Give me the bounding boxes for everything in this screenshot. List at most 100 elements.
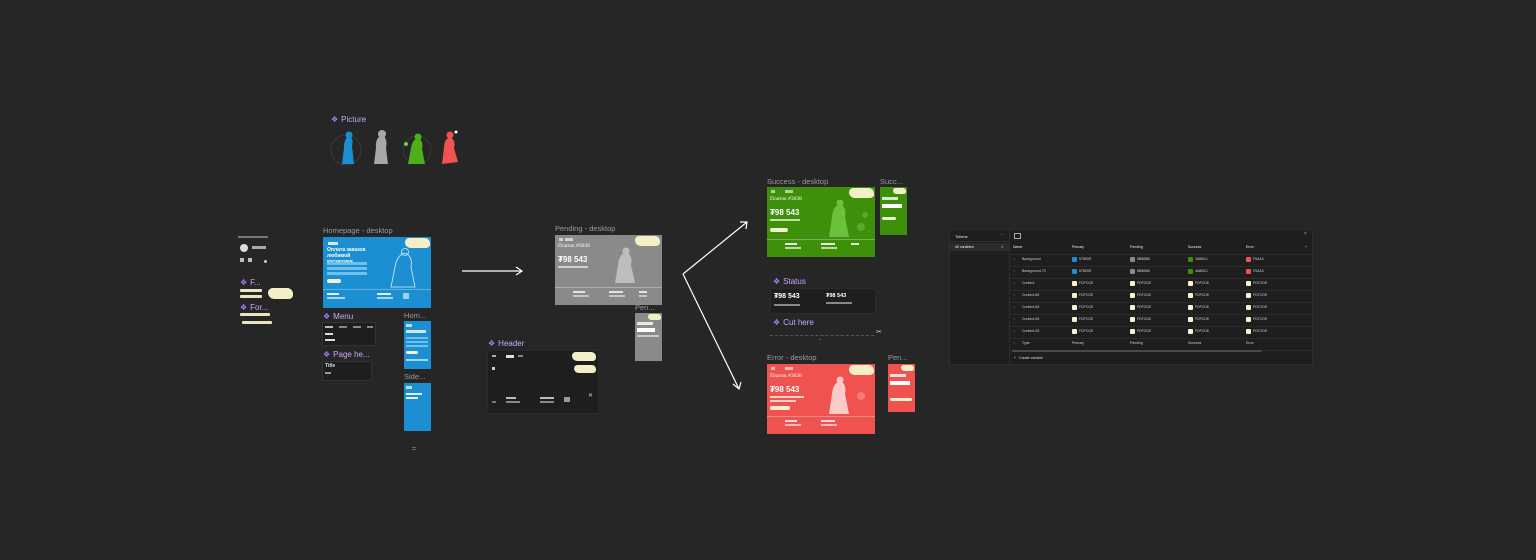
color-swatch[interactable]	[1246, 269, 1251, 274]
component-label-for[interactable]: ❖ For...	[240, 303, 268, 312]
variable-value[interactable]: 8B8B8B	[1137, 257, 1150, 261]
sidebar-toggle-icon[interactable]	[1014, 233, 1021, 239]
color-swatch[interactable]	[1072, 305, 1077, 310]
variable-value[interactable]: 578E0E	[1079, 269, 1091, 273]
color-swatch[interactable]	[1130, 317, 1135, 322]
status-component[interactable]: ₮98 543 ₮98 543	[770, 288, 876, 314]
color-swatch[interactable]	[1130, 281, 1135, 286]
component-for[interactable]	[240, 313, 274, 327]
add-column-icon[interactable]: +	[1305, 245, 1307, 249]
variable-value[interactable]: FDFCDE	[1137, 305, 1151, 309]
more-icon[interactable]: ···	[1000, 232, 1005, 238]
variable-value[interactable]: FDFCDE	[1079, 293, 1093, 297]
frame-label-home-small[interactable]: Hom...	[404, 311, 426, 320]
color-swatch[interactable]	[1130, 305, 1135, 310]
success-mobile-frame[interactable]	[880, 187, 907, 235]
component-label-picture[interactable]: ❖ Picture	[331, 115, 366, 124]
variable-value[interactable]: Error	[1246, 341, 1254, 345]
variable-value[interactable]: FDFCDE	[1137, 281, 1151, 285]
color-swatch[interactable]	[1246, 293, 1251, 298]
color-swatch[interactable]	[1246, 257, 1251, 262]
pending-mobile-frame[interactable]	[635, 313, 662, 361]
variable-value[interactable]: 8B8B8B	[1137, 269, 1150, 273]
color-swatch[interactable]	[1188, 269, 1193, 274]
variable-value[interactable]: F5A2A	[1253, 257, 1264, 261]
variable-value[interactable]: FDFCDE	[1253, 305, 1267, 309]
variable-value[interactable]: FDFCDE	[1195, 293, 1209, 297]
page-header-component[interactable]: Title	[322, 361, 372, 381]
color-swatch[interactable]	[1188, 317, 1193, 322]
variable-value[interactable]: FDFCDE	[1195, 305, 1209, 309]
close-icon[interactable]: ×	[1304, 231, 1307, 237]
variable-value[interactable]: FDFCDE	[1137, 329, 1151, 333]
variable-value[interactable]: FDFCDE	[1079, 329, 1093, 333]
component-label-menu[interactable]: ❖ Menu	[323, 312, 353, 321]
variable-value[interactable]: FDFCDE	[1079, 317, 1093, 321]
header-component[interactable]: ✕	[487, 350, 599, 414]
success-desktop-frame[interactable]: Платок #3038 ₮98 543	[767, 187, 875, 257]
frame-label-pending-small[interactable]: Pen...	[635, 303, 655, 312]
color-swatch[interactable]	[1188, 329, 1193, 334]
homepage-pay-button[interactable]	[327, 279, 341, 283]
variable-value[interactable]: FDFCDE	[1195, 317, 1209, 321]
tokens-variables-panel[interactable]: Tokens ··· All variables 4 × Name Primar…	[949, 229, 1313, 365]
variable-value[interactable]: FDFCDE	[1195, 281, 1209, 285]
error-button[interactable]	[770, 406, 790, 410]
frame-label-error[interactable]: Error - desktop	[767, 353, 817, 362]
variable-value[interactable]: 4A8B1C	[1195, 269, 1208, 273]
variable-value[interactable]: FDFCDE	[1137, 293, 1151, 297]
frame-label-homepage[interactable]: Homepage - desktop	[323, 226, 393, 235]
variable-value[interactable]: 578E0E	[1079, 257, 1091, 261]
color-swatch[interactable]	[1072, 329, 1077, 334]
variable-value[interactable]: FDFCDE	[1195, 329, 1209, 333]
variable-value[interactable]: FDFCDE	[1253, 317, 1267, 321]
frame-label-error-small[interactable]: Pen...	[888, 353, 908, 362]
horizontal-scrollbar[interactable]	[1012, 350, 1262, 352]
variable-value[interactable]: F5A2A	[1253, 269, 1264, 273]
color-swatch[interactable]	[1130, 269, 1135, 274]
color-swatch[interactable]	[1130, 329, 1135, 334]
menu-component[interactable]	[322, 322, 376, 346]
variable-value[interactable]: Success	[1188, 341, 1201, 345]
color-swatch[interactable]	[1246, 329, 1251, 334]
success-button[interactable]	[770, 228, 788, 232]
component-label-status[interactable]: ❖ Status	[773, 277, 806, 286]
variable-value[interactable]: Primary	[1072, 341, 1084, 345]
color-swatch[interactable]	[1246, 305, 1251, 310]
color-swatch[interactable]	[1072, 257, 1077, 262]
homepage-desktop-frame[interactable]: Оплата заказов любимой косметики	[323, 237, 431, 308]
color-swatch[interactable]	[1130, 257, 1135, 262]
color-swatch[interactable]	[1072, 293, 1077, 298]
color-swatch[interactable]	[1072, 317, 1077, 322]
frame-label-success[interactable]: Success - desktop	[767, 177, 828, 186]
color-swatch[interactable]	[1188, 281, 1193, 286]
create-variable-button[interactable]: + Create variable	[1014, 356, 1043, 360]
variable-value[interactable]: FDFCDE	[1079, 305, 1093, 309]
variable-value[interactable]: FDFCDE	[1253, 281, 1267, 285]
sidebar-item-all-variables[interactable]: All variables 4	[950, 243, 1010, 251]
component-label-cut-here[interactable]: ❖ Cut here	[773, 318, 814, 327]
pending-desktop-frame[interactable]: Платок #3038 ₮98 543	[555, 235, 662, 305]
variable-value[interactable]: FDFCDE	[1137, 317, 1151, 321]
picture-variants[interactable]	[330, 126, 466, 168]
variable-value[interactable]: 4A8B1C	[1195, 257, 1208, 261]
color-swatch[interactable]	[1246, 281, 1251, 286]
color-swatch[interactable]	[1072, 269, 1077, 274]
color-swatch[interactable]	[1072, 281, 1077, 286]
home-mobile-frame[interactable]	[404, 321, 431, 369]
frame-label-pending[interactable]: Pending - desktop	[555, 224, 615, 233]
color-swatch[interactable]	[1188, 293, 1193, 298]
frame-label-success-small[interactable]: Succ...	[880, 177, 903, 186]
variable-value[interactable]: FDFCDE	[1079, 281, 1093, 285]
color-swatch[interactable]	[1188, 257, 1193, 262]
color-swatch[interactable]	[1188, 305, 1193, 310]
component-f[interactable]	[240, 289, 264, 303]
color-swatch[interactable]	[1246, 317, 1251, 322]
variable-value[interactable]: Pending	[1130, 341, 1143, 345]
cut-here-component[interactable]: ✂ ⌄	[770, 328, 884, 344]
error-desktop-frame[interactable]: Платок #3038 ₮98 543	[767, 364, 875, 434]
error-mobile-frame[interactable]	[888, 364, 915, 412]
component-label-f[interactable]: ❖ F...	[240, 278, 261, 287]
variable-value[interactable]: FDFCDE	[1253, 293, 1267, 297]
variable-value[interactable]: FDFCDE	[1253, 329, 1267, 333]
